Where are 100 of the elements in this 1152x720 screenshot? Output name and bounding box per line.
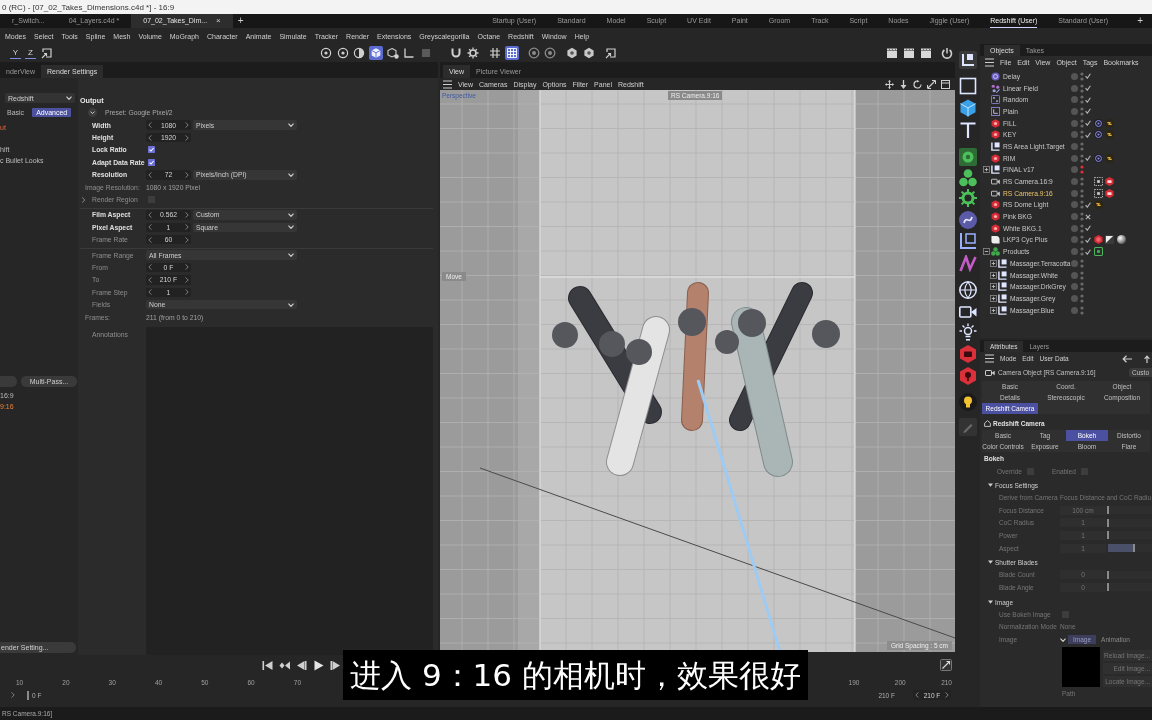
chevron-right-icon[interactable] bbox=[185, 171, 189, 178]
expand-toggle-icon[interactable] bbox=[990, 294, 997, 302]
check-icon[interactable] bbox=[1085, 85, 1091, 92]
pen-icon[interactable] bbox=[958, 418, 977, 436]
target-tag-icon[interactable] bbox=[1093, 153, 1103, 163]
layer-dot-icon[interactable] bbox=[1071, 131, 1078, 139]
up-arrow-icon[interactable] bbox=[1144, 354, 1150, 363]
expand-toggle-icon[interactable] bbox=[990, 306, 997, 314]
step-forward-icon[interactable] bbox=[330, 659, 341, 671]
square-icon[interactable] bbox=[958, 77, 977, 95]
target-icon[interactable] bbox=[543, 46, 558, 60]
visibility-dots-icon[interactable] bbox=[1079, 223, 1084, 233]
magnet-icon[interactable] bbox=[449, 46, 464, 60]
menu-icon[interactable] bbox=[985, 58, 994, 67]
visibility-dots-icon[interactable] bbox=[1079, 282, 1084, 292]
wave-disc-icon[interactable] bbox=[958, 211, 977, 229]
slider-track[interactable] bbox=[1108, 531, 1152, 540]
layer-dot-icon[interactable] bbox=[1071, 107, 1078, 115]
layer-dot-icon[interactable] bbox=[1071, 201, 1078, 209]
collapse-icon[interactable] bbox=[88, 108, 97, 117]
visibility-dots-icon[interactable] bbox=[1079, 153, 1084, 163]
chevron-left-icon[interactable] bbox=[915, 692, 919, 698]
expand-toggle-icon[interactable] bbox=[983, 248, 990, 256]
slider-track[interactable] bbox=[1108, 544, 1152, 553]
camera-hexagon-icon[interactable] bbox=[958, 345, 977, 363]
expand-toggle-icon[interactable] bbox=[983, 166, 990, 174]
cube-icon[interactable] bbox=[958, 99, 977, 117]
visibility-dots-icon[interactable] bbox=[1079, 165, 1084, 175]
layer-dot-icon[interactable] bbox=[1071, 154, 1078, 162]
add-layout-button[interactable]: + bbox=[1137, 14, 1143, 28]
expand-toggle-icon[interactable] bbox=[990, 259, 997, 267]
check-icon[interactable] bbox=[1085, 120, 1091, 127]
layer-dot-icon[interactable] bbox=[1071, 283, 1078, 291]
layer-dot-icon[interactable] bbox=[1071, 306, 1078, 314]
layer-dot-icon[interactable] bbox=[1071, 213, 1078, 221]
rotate-icon[interactable] bbox=[913, 79, 922, 89]
checkbox[interactable] bbox=[148, 146, 155, 154]
clapperboard-icon[interactable] bbox=[902, 46, 916, 60]
arrow-box-icon[interactable] bbox=[940, 659, 952, 671]
hexagon-icon[interactable] bbox=[581, 46, 596, 60]
circle-dot-icon[interactable] bbox=[335, 46, 350, 60]
visibility-dots-icon[interactable] bbox=[1079, 293, 1084, 303]
frame-arrow-icon[interactable] bbox=[40, 46, 54, 60]
visibility-dots-icon[interactable] bbox=[1079, 200, 1084, 210]
new-tab-button[interactable]: + bbox=[237, 14, 244, 28]
arrow-down-icon[interactable] bbox=[899, 79, 908, 89]
hash-icon[interactable] bbox=[487, 46, 502, 60]
gear-icon[interactable] bbox=[465, 46, 480, 60]
layer-dot-icon[interactable] bbox=[1071, 224, 1078, 232]
visibility-dots-icon[interactable] bbox=[1079, 212, 1084, 222]
hexagon-tag-icon[interactable] bbox=[1093, 235, 1103, 245]
globe-icon[interactable] bbox=[958, 281, 977, 299]
axis-toggle[interactable]: Y bbox=[10, 47, 21, 59]
visibility-dots-icon[interactable] bbox=[1079, 188, 1084, 198]
layer-dot-icon[interactable] bbox=[1071, 236, 1078, 244]
back-arrow-icon[interactable] bbox=[1122, 354, 1132, 363]
layer-dot-icon[interactable] bbox=[1071, 96, 1078, 104]
check-icon[interactable] bbox=[1085, 73, 1091, 80]
zigzag-icon[interactable] bbox=[958, 255, 977, 273]
layer-dot-icon[interactable] bbox=[1071, 189, 1078, 197]
chevron-right-icon[interactable] bbox=[81, 196, 86, 203]
chevron-left-icon[interactable] bbox=[148, 171, 152, 178]
squiggle-tag-icon[interactable] bbox=[1105, 118, 1114, 128]
material-ball-icon[interactable] bbox=[1116, 235, 1126, 245]
caret-icon[interactable] bbox=[1060, 637, 1066, 642]
window-icon[interactable] bbox=[941, 79, 950, 89]
squiggle-tag-icon[interactable] bbox=[1105, 130, 1114, 140]
camera-tag-icon[interactable] bbox=[1105, 177, 1114, 187]
visibility-dots-icon[interactable] bbox=[1079, 95, 1084, 105]
visibility-dots-icon[interactable] bbox=[1079, 141, 1084, 151]
visibility-dots-icon[interactable] bbox=[1079, 305, 1084, 315]
bulb-icon[interactable] bbox=[958, 393, 977, 411]
layer-dot-icon[interactable] bbox=[1071, 119, 1078, 127]
visibility-dots-icon[interactable] bbox=[1079, 258, 1084, 268]
light-icon[interactable] bbox=[958, 323, 977, 341]
visibility-dots-icon[interactable] bbox=[1079, 118, 1084, 128]
step-back-icon[interactable] bbox=[296, 659, 307, 671]
gear-icon[interactable] bbox=[958, 189, 977, 207]
clapperboard-icon[interactable] bbox=[885, 46, 899, 60]
cross-icon[interactable] bbox=[1085, 213, 1091, 220]
check-icon[interactable] bbox=[1085, 225, 1091, 232]
layer-dot-icon[interactable] bbox=[1071, 142, 1078, 150]
layer-dot-icon[interactable] bbox=[1071, 84, 1078, 92]
camera-icon[interactable] bbox=[958, 303, 977, 321]
ring-tile-icon[interactable] bbox=[958, 148, 977, 166]
check-icon[interactable] bbox=[1085, 248, 1091, 255]
hexagon-outline-icon[interactable] bbox=[385, 46, 400, 60]
expand-toggle-icon[interactable] bbox=[990, 283, 997, 291]
layer-dot-icon[interactable] bbox=[1071, 294, 1078, 302]
resize-arrow-icon[interactable] bbox=[927, 79, 936, 89]
layer-dot-icon[interactable] bbox=[1071, 259, 1078, 267]
layer-dot-icon[interactable] bbox=[1071, 166, 1078, 174]
target-tag-icon[interactable] bbox=[1093, 130, 1103, 140]
clapperboard-icon[interactable] bbox=[919, 46, 933, 60]
visibility-dots-icon[interactable] bbox=[1079, 235, 1084, 245]
visibility-dots-icon[interactable] bbox=[1079, 270, 1084, 280]
layer-dot-icon[interactable] bbox=[1071, 271, 1078, 279]
hexagon-icon[interactable] bbox=[565, 46, 580, 60]
check-icon[interactable] bbox=[1085, 96, 1091, 103]
half-circle-icon[interactable] bbox=[352, 46, 367, 60]
